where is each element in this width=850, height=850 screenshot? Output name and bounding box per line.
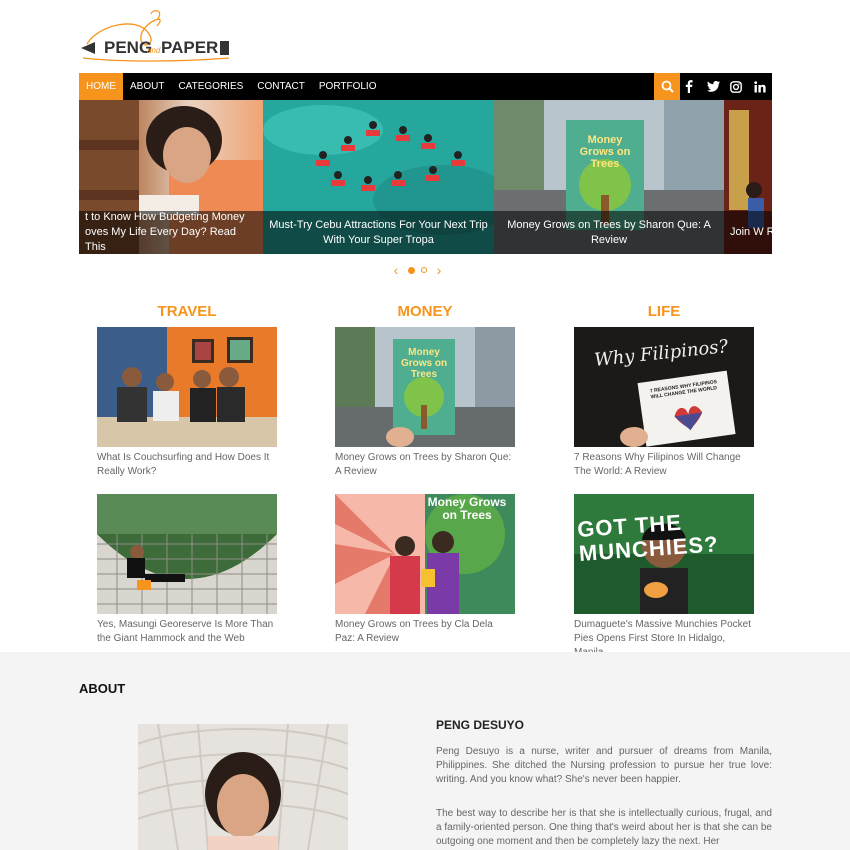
- nav-about[interactable]: ABOUT: [123, 73, 171, 100]
- post-title[interactable]: Money Grows on Trees by Sharon Que: A Re…: [335, 451, 515, 479]
- post-title[interactable]: Money Grows on Trees by Cla Dela Paz: A …: [335, 618, 515, 646]
- post-card[interactable]: Money Grows on Trees Money Grows on Tree…: [335, 494, 515, 646]
- main-nav: HOME ABOUT CATEGORIES CONTACT PORTFOLIO: [79, 73, 772, 100]
- chevron-right-icon[interactable]: ›: [433, 262, 445, 278]
- facebook-icon[interactable]: [678, 73, 700, 100]
- nav-portfolio[interactable]: PORTFOLIO: [312, 73, 384, 100]
- featured-slider[interactable]: t to Know How Budgeting Money oves My Li…: [79, 100, 772, 254]
- logo-and: and: [147, 46, 161, 55]
- slide-caption: Join W Recog: [724, 211, 772, 254]
- post-card[interactable]: Why Filipinos? 7 REASONS WHY FILIPINOS W…: [574, 327, 754, 479]
- author-name: PENG DESUYO: [436, 718, 525, 732]
- category-money-title[interactable]: MONEY: [335, 303, 515, 320]
- nav-home[interactable]: HOME: [79, 73, 123, 100]
- chevron-left-icon[interactable]: ‹: [390, 262, 402, 278]
- slide-money-grows[interactable]: Money Grows on Trees Money Grows on Tree…: [494, 100, 724, 254]
- instagram-icon[interactable]: [725, 73, 747, 100]
- post-thumbnail[interactable]: Money Grows on Trees: [335, 327, 515, 447]
- about-paragraph-1: Peng Desuyo is a nurse, writer and pursu…: [436, 746, 772, 785]
- post-thumbnail[interactable]: Why Filipinos? 7 REASONS WHY FILIPINOS W…: [574, 327, 754, 447]
- post-thumbnail[interactable]: [97, 494, 277, 614]
- about-paragraph-2: The best way to describe her is that she…: [436, 808, 772, 847]
- nav-contact[interactable]: CONTACT: [250, 73, 312, 100]
- category-travel-title[interactable]: TRAVEL: [97, 303, 277, 320]
- search-button[interactable]: [654, 73, 680, 100]
- site-logo[interactable]: PENG and PAPER: [79, 6, 239, 64]
- post-title[interactable]: Yes, Masungi Georeserve Is More Than the…: [97, 618, 277, 646]
- post-title[interactable]: 7 Reasons Why Filipinos Will Change The …: [574, 451, 754, 479]
- slide-caption: Must-Try Cebu Attractions For Your Next …: [263, 211, 494, 254]
- post-thumbnail[interactable]: GOT THE MUNCHIES?: [574, 494, 754, 614]
- about-heading: ABOUT: [79, 681, 126, 696]
- post-card[interactable]: Money Grows on Trees Money Grows on Tree…: [335, 327, 515, 479]
- slide-budgeting[interactable]: t to Know How Budgeting Money oves My Li…: [79, 100, 263, 254]
- logo-paper: PAPER: [161, 38, 219, 57]
- post-thumbnail[interactable]: [97, 327, 277, 447]
- post-title[interactable]: What Is Couchsurfing and How Does It Rea…: [97, 451, 277, 479]
- post-thumbnail[interactable]: Money Grows on Trees: [335, 494, 515, 614]
- twitter-icon[interactable]: [702, 73, 724, 100]
- post-card[interactable]: What Is Couchsurfing and How Does It Rea…: [97, 327, 277, 479]
- post-card[interactable]: Yes, Masungi Georeserve Is More Than the…: [97, 494, 277, 646]
- book-cover-title: Money Grows on Trees: [400, 347, 448, 380]
- nav-categories[interactable]: CATEGORIES: [171, 73, 250, 100]
- post-card[interactable]: GOT THE MUNCHIES? Dumaguete's Massive Mu…: [574, 494, 754, 660]
- wall-text: Money Grows on Trees: [427, 495, 507, 522]
- author-photo: [138, 724, 348, 850]
- slider-dot-2[interactable]: [421, 267, 427, 273]
- linkedin-icon[interactable]: [749, 73, 771, 100]
- book-cover-title: Money Grows on Trees: [579, 134, 631, 170]
- logo-peng: PENG: [104, 38, 153, 57]
- search-icon: [661, 80, 674, 93]
- slider-pagination: ‹ ›: [390, 262, 445, 278]
- slide-join[interactable]: Join W Recog: [724, 100, 772, 254]
- category-life-title[interactable]: LIFE: [574, 303, 754, 320]
- logo-mark: [220, 41, 229, 55]
- slide-caption: Money Grows on Trees by Sharon Que: A Re…: [494, 211, 724, 254]
- slide-caption: t to Know How Budgeting Money oves My Li…: [79, 211, 263, 254]
- slide-cebu[interactable]: Must-Try Cebu Attractions For Your Next …: [263, 100, 494, 254]
- slider-dot-1[interactable]: [408, 266, 415, 274]
